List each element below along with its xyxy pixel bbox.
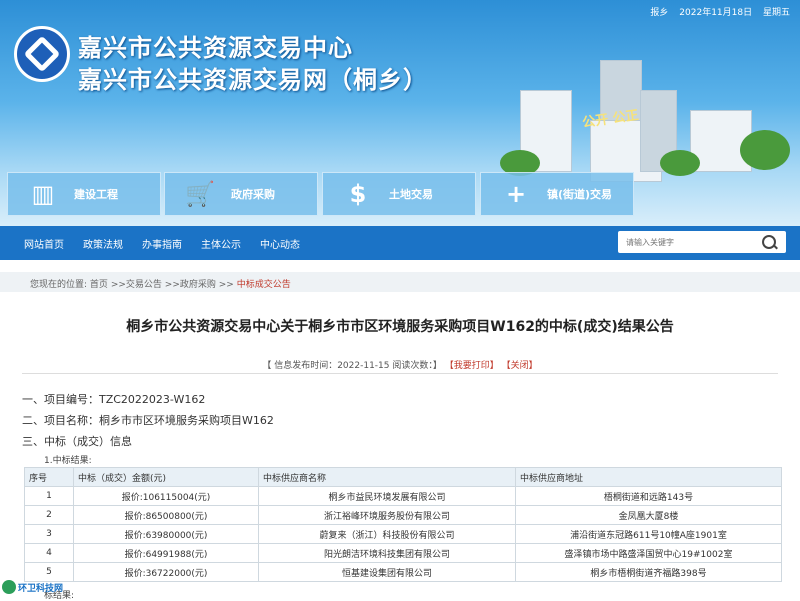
result-subheading: 1.中标结果: xyxy=(44,456,92,466)
category-tab-town[interactable]: + 镇(街道)交易 xyxy=(480,172,634,216)
breadcrumb-prefix: 您现在的位置: xyxy=(30,280,88,290)
project-number: 一、项目编号：TZC2022023-W162 xyxy=(22,393,206,406)
search-box xyxy=(618,231,786,253)
cell-supplier: 桐乡市益民环境发展有限公司 xyxy=(258,486,516,506)
category-label: 政府采购 xyxy=(231,188,275,201)
table-header-row: 序号 中标（成交）金额(元) 中标供应商名称 中标供应商地址 xyxy=(24,467,782,487)
nav-policy[interactable]: 政策法规 xyxy=(83,236,123,251)
category-tab-construction[interactable]: ▥ 建设工程 xyxy=(7,172,161,216)
cell-address: 桐乡市梧桐街道齐福路398号 xyxy=(515,562,782,582)
cell-address: 梧桐街道和远路143号 xyxy=(515,486,782,506)
category-label: 土地交易 xyxy=(389,188,433,201)
cell-address: 金凤凰大厦8楼 xyxy=(515,505,782,525)
table-row: 4 报价:64991988(元) 阳光朗洁环境科技集团有限公司 盛泽镇市场中路盛… xyxy=(24,543,782,563)
cell-index: 4 xyxy=(24,543,74,563)
section-winner-info: 三、中标（成交）信息 xyxy=(22,435,132,448)
plus-icon: + xyxy=(505,180,527,208)
table-row: 5 报价:36722000(元) 恒基建设集团有限公司 桐乡市梧桐街道齐福路39… xyxy=(24,562,782,582)
site-header: 报乡 2022年11月18日 星期五 嘉兴市公共资源交易中心 嘉兴市公共资源交易… xyxy=(0,0,800,226)
cell-amount: 报价:64991988(元) xyxy=(73,543,259,563)
divider xyxy=(22,373,778,374)
col-header: 中标供应商名称 xyxy=(258,467,516,487)
breadcrumb-sep: >> xyxy=(218,280,234,290)
project-name: 二、项目名称：桐乡市市区环境服务采购项目W162 xyxy=(22,414,274,427)
cell-amount: 报价:36722000(元) xyxy=(73,562,259,582)
nav-guide[interactable]: 办事指南 xyxy=(142,236,182,251)
cell-address: 浦沿街道东冠路611号10幢A座1901室 xyxy=(515,524,782,544)
weekday: 星期五 xyxy=(762,8,790,18)
breadcrumb-procurement[interactable]: >>政府采购 xyxy=(165,280,216,290)
watermark-logo-icon xyxy=(2,580,16,594)
cell-amount: 报价:106115004(元) xyxy=(73,486,259,506)
current-date: 2022年11月18日 xyxy=(679,8,753,18)
building-icon: ▥ xyxy=(31,180,55,208)
category-tab-land[interactable]: $ 土地交易 xyxy=(322,172,476,216)
col-header: 中标（成交）金额(元) xyxy=(73,467,259,487)
table-row: 2 报价:86500800(元) 浙江裕峰环境服务股份有限公司 金凤凰大厦8楼 xyxy=(24,505,782,525)
cell-supplier: 蔚复来（浙江）科技股份有限公司 xyxy=(258,524,516,544)
nav-publicity[interactable]: 主体公示 xyxy=(201,236,241,251)
site-logo[interactable] xyxy=(14,26,70,82)
winner-table: 序号 中标（成交）金额(元) 中标供应商名称 中标供应商地址 1 报价:1061… xyxy=(24,467,782,582)
publish-info-close: 】 xyxy=(432,361,442,371)
cell-amount: 报价:86500800(元) xyxy=(73,505,259,525)
breadcrumb: 您现在的位置: 首页 >>交易公告 >>政府采购 >> 中标成交公告 xyxy=(0,272,800,292)
cell-index: 2 xyxy=(24,505,74,525)
cell-supplier: 恒基建设集团有限公司 xyxy=(258,562,516,582)
category-label: 建设工程 xyxy=(74,188,118,201)
cart-icon: 🛒 xyxy=(185,180,215,208)
col-header: 序号 xyxy=(24,467,74,487)
col-header: 中标供应商地址 xyxy=(515,467,782,487)
close-link[interactable]: 【关闭】 xyxy=(502,361,538,371)
table-row: 3 报价:63980000(元) 蔚复来（浙江）科技股份有限公司 浦沿街道东冠路… xyxy=(24,524,782,544)
category-tab-procurement[interactable]: 🛒 政府采购 xyxy=(164,172,318,216)
site-title-sub: 嘉兴市公共资源交易网（桐乡） xyxy=(78,66,428,94)
nav-news[interactable]: 中心动态 xyxy=(260,236,300,251)
publish-info: 【 信息发布时间：2022-11-15 阅读次数： xyxy=(262,361,433,371)
cell-amount: 报价:63980000(元) xyxy=(73,524,259,544)
search-icon[interactable] xyxy=(762,235,776,249)
cell-index: 1 xyxy=(24,486,74,506)
watermark: 环卫科技网 xyxy=(0,578,80,597)
article-title: 桐乡市公共资源交易中心关于桐乡市市区环境服务采购项目W162的中标(成交)结果公… xyxy=(126,319,674,335)
cell-index: 3 xyxy=(24,524,74,544)
category-label: 镇(街道)交易 xyxy=(547,188,613,201)
dollar-icon: $ xyxy=(349,180,367,208)
breadcrumb-current[interactable]: 中标成交公告 xyxy=(237,280,291,290)
search-input[interactable] xyxy=(624,233,758,252)
cell-supplier: 阳光朗洁环境科技集团有限公司 xyxy=(258,543,516,563)
cell-supplier: 浙江裕峰环境服务股份有限公司 xyxy=(258,505,516,525)
nav-home[interactable]: 网站首页 xyxy=(24,236,64,251)
site-title-main: 嘉兴市公共资源交易中心 xyxy=(78,34,353,62)
article-meta: 【 信息发布时间：2022-11-15 阅读次数：】 【我要打印】 【关闭】 xyxy=(0,358,800,371)
breadcrumb-trade[interactable]: >>交易公告 xyxy=(111,280,162,290)
top-info-bar: 报乡 2022年11月18日 星期五 xyxy=(642,5,790,18)
print-link[interactable]: 【我要打印】 xyxy=(445,361,499,371)
breadcrumb-home[interactable]: 首页 xyxy=(90,280,108,290)
watermark-text: 环卫科技网 xyxy=(18,584,64,594)
table-row: 1 报价:106115004(元) 桐乡市益民环境发展有限公司 梧桐街道和远路1… xyxy=(24,486,782,506)
home-link[interactable]: 报乡 xyxy=(650,8,668,18)
cell-address: 盛泽镇市场中路盛泽国贸中心19#1002室 xyxy=(515,543,782,563)
